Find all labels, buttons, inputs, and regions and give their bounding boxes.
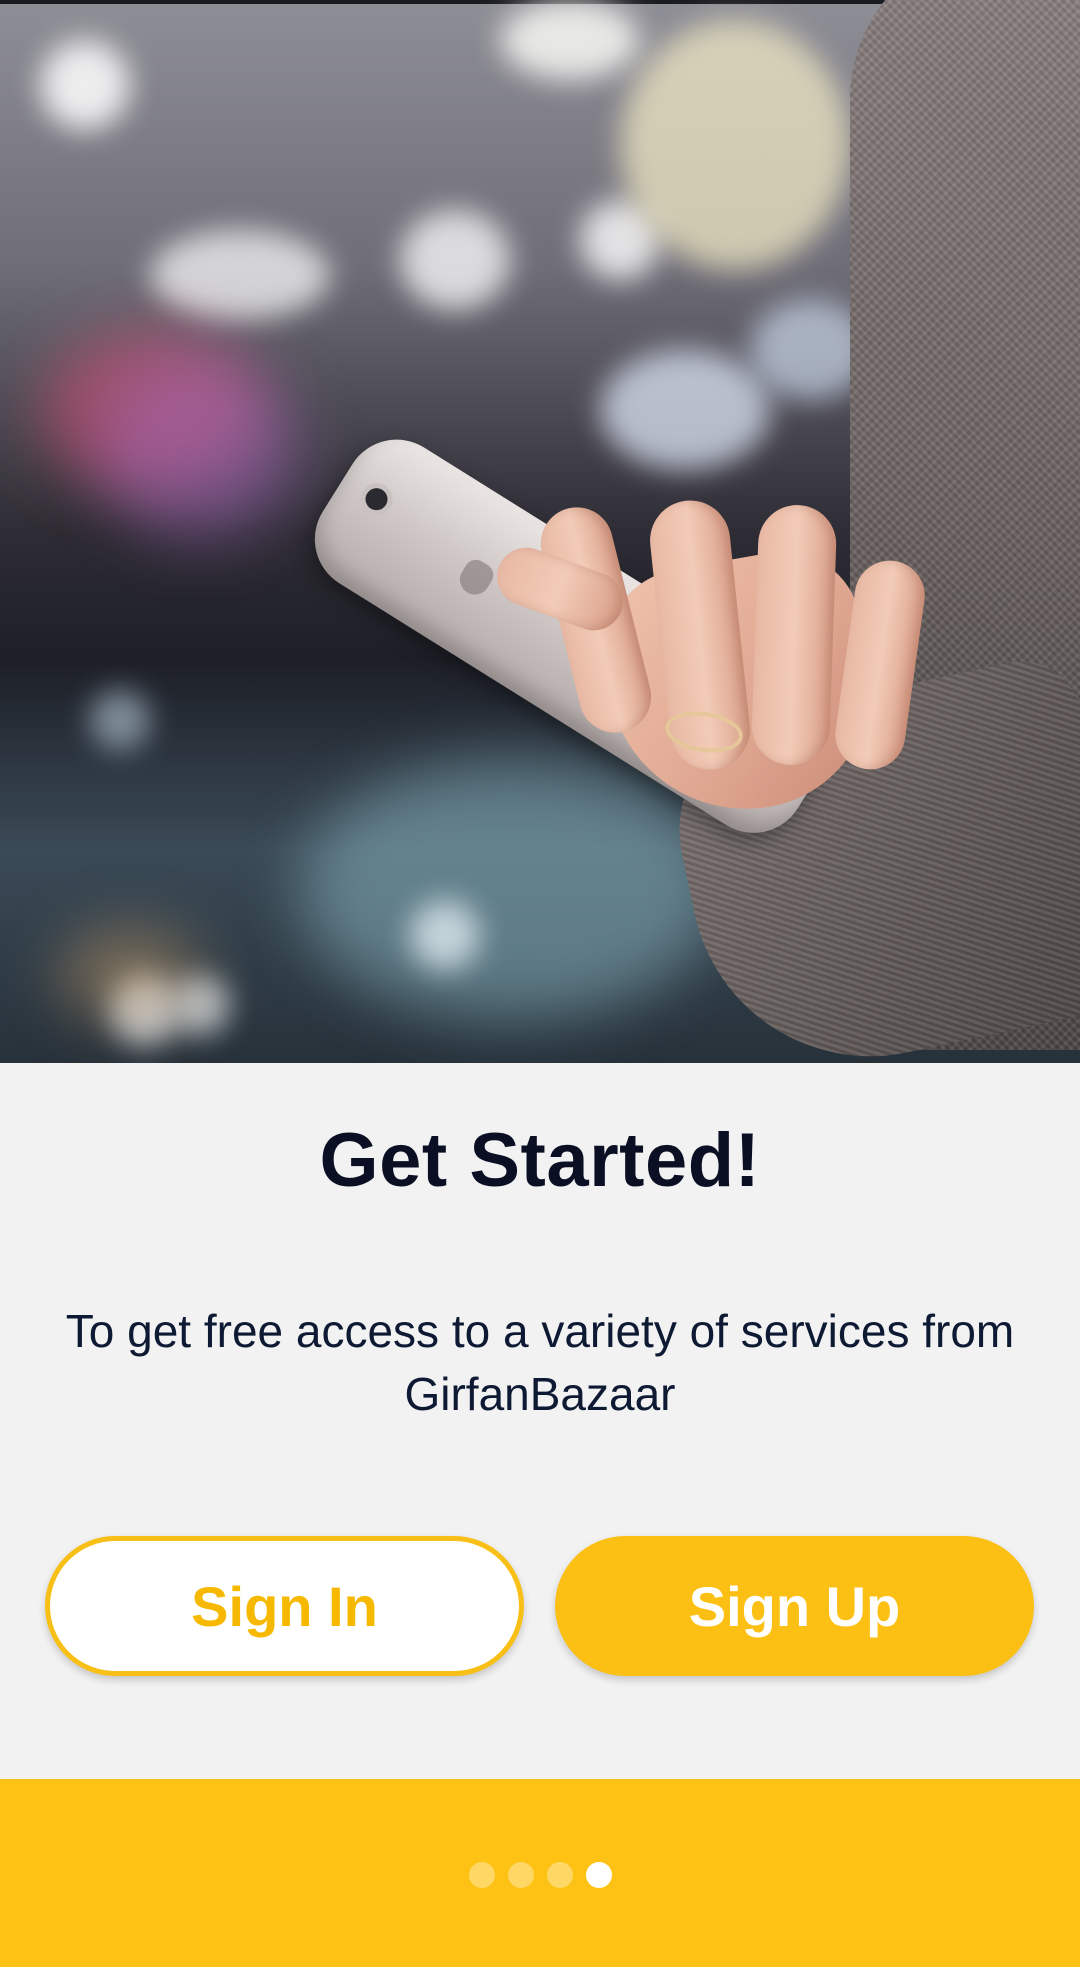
page-title: Get Started! <box>319 1118 761 1203</box>
camera-icon <box>361 484 392 515</box>
bokeh-light <box>100 360 300 540</box>
hero-photo <box>0 0 1080 1063</box>
sign-up-button[interactable]: Sign Up <box>555 1536 1034 1676</box>
bokeh-light <box>620 20 850 270</box>
bokeh-light <box>40 40 130 130</box>
bokeh-light <box>410 900 480 970</box>
bokeh-light <box>150 230 330 320</box>
finger <box>750 503 838 767</box>
page-dot-3[interactable] <box>546 1862 573 1888</box>
page-dot-2[interactable] <box>507 1862 534 1888</box>
page-dot-1[interactable] <box>468 1862 495 1888</box>
bokeh-light <box>90 690 150 750</box>
page-dot-4-active[interactable] <box>585 1862 612 1888</box>
bokeh-light <box>300 760 720 1020</box>
onboarding-screen: Get Started! To get free access to a var… <box>0 0 1080 1967</box>
sign-in-button[interactable]: Sign In <box>45 1536 524 1676</box>
bokeh-light <box>400 210 510 310</box>
apple-logo-icon <box>454 555 498 601</box>
bokeh-light <box>60 930 200 1020</box>
bokeh-light <box>500 0 640 80</box>
bokeh-light <box>600 350 770 470</box>
page-subtitle: To get free access to a variety of servi… <box>65 1305 1015 1420</box>
page-indicator <box>0 1862 1080 1888</box>
